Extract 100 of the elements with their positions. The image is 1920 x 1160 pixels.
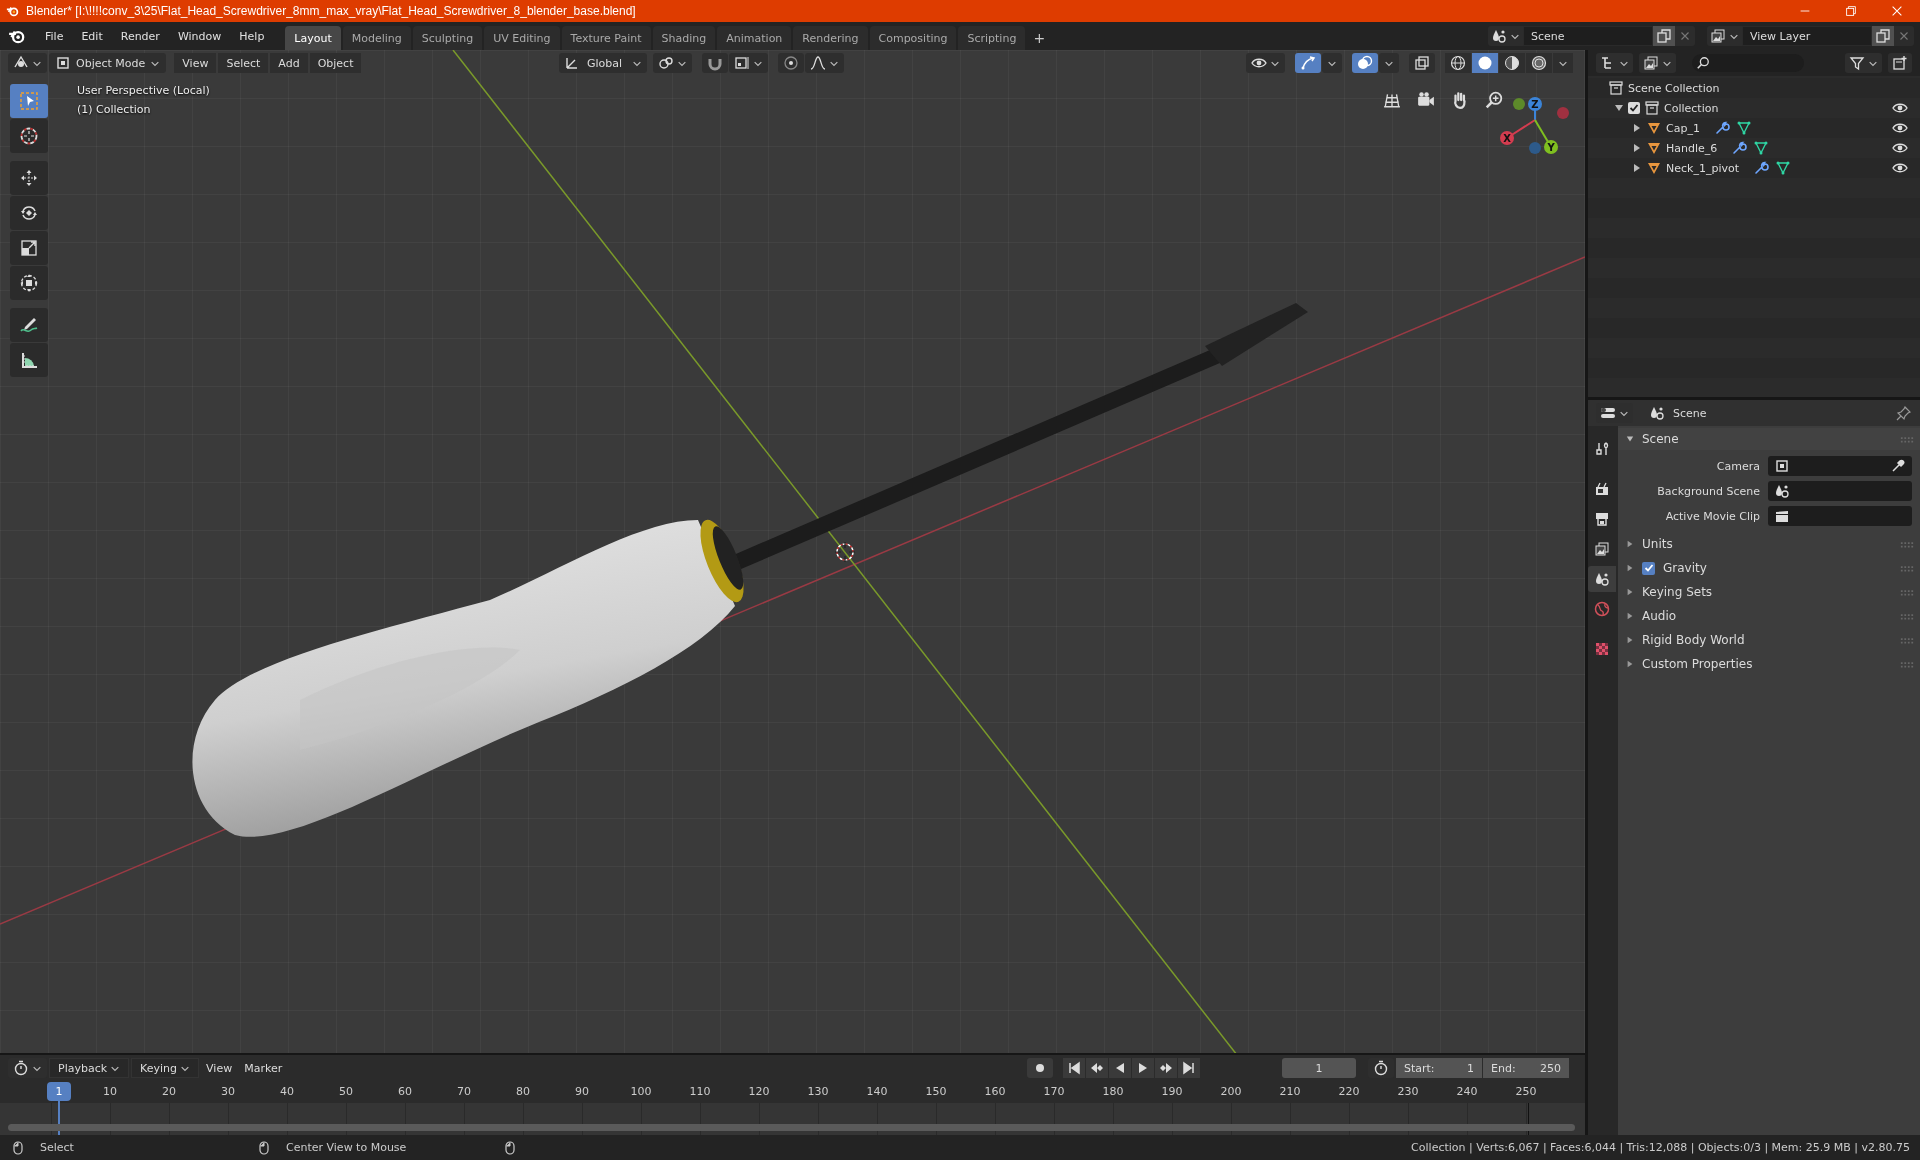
view-layer-field[interactable]: View Layer [1742,26,1872,46]
current-frame-field[interactable]: 1 [1282,1058,1356,1078]
editor-type-button[interactable] [1596,53,1633,73]
workspace-tab[interactable]: Compositing [869,26,957,50]
panel-header[interactable]: Rigid Body World [1642,633,1745,647]
collapsed-arrow-icon[interactable] [1626,540,1634,548]
menu-item[interactable]: Help [230,25,274,47]
pin-button[interactable] [1896,405,1912,421]
menu-item[interactable]: Playback [49,1058,130,1078]
rotate-tool-button[interactable] [10,196,48,230]
panel-header[interactable]: Units [1642,537,1673,551]
collapsed-arrow-icon[interactable] [1626,564,1634,572]
workspace-tab[interactable]: Sculpting [412,26,483,50]
record-button[interactable] [1027,1058,1053,1078]
menu-item[interactable]: File [36,25,73,47]
solid-shading-button[interactable] [1472,53,1498,73]
menu-item[interactable]: Select [218,53,269,73]
checkbox[interactable] [1642,561,1655,575]
orientation-dropdown[interactable]: Global [559,53,648,73]
scene-field[interactable]: Scene [1523,26,1653,46]
camera-field[interactable] [1768,456,1912,476]
play-reverse-button[interactable] [1109,1058,1131,1078]
move-tool-button[interactable] [10,161,48,195]
scrollbar[interactable] [8,1124,1575,1131]
remove-view-layer-button[interactable] [1894,26,1914,46]
gizmo-dropdown[interactable] [1322,53,1342,73]
falloff-button[interactable] [805,53,845,73]
mode-dropdown[interactable]: Object Mode [49,53,167,73]
navigation-gizmo[interactable]: Z X Y [1490,90,1580,170]
collapsed-arrow-icon[interactable] [1626,636,1634,644]
snap-target-button[interactable] [729,53,769,73]
add-workspace-button[interactable]: + [1027,26,1052,50]
workspace-tab[interactable]: Scripting [958,26,1026,50]
annotate-tool-button[interactable] [10,308,48,342]
panel-header[interactable]: Gravity [1663,561,1707,575]
collapsed-arrow-icon[interactable] [1626,588,1634,596]
scene-field[interactable] [1768,481,1912,501]
expanded-arrow-icon[interactable] [1626,435,1634,443]
view-layer-browse-button[interactable] [1707,26,1742,46]
current-frame-marker[interactable]: 1 [47,1082,71,1101]
shading-dropdown[interactable] [1553,53,1573,73]
panel-header[interactable]: Audio [1642,609,1677,623]
previous-keyframe-button[interactable] [1086,1058,1108,1078]
workspace-tab[interactable]: Layout [285,26,341,50]
menu-item[interactable]: Keying [131,1058,200,1078]
material-shading-button[interactable] [1499,53,1525,73]
outliner-item[interactable]: Scene Collection [1628,81,1720,95]
scene-browse-button[interactable] [1488,26,1523,46]
scale-tool-button[interactable] [10,231,48,265]
new-scene-button[interactable] [1653,26,1675,46]
menu-item[interactable]: Render [111,25,169,47]
scene-properties-tab[interactable] [1588,566,1616,592]
pivot-button[interactable] [653,53,693,73]
next-keyframe-button[interactable] [1155,1058,1177,1078]
start-frame-field[interactable]: Start: 1 [1396,1058,1482,1078]
panel-header[interactable]: Custom Properties [1642,657,1753,671]
overlay-dropdown[interactable] [1379,53,1399,73]
proportional-toggle[interactable] [778,53,805,73]
transform-tool-button[interactable] [10,266,48,300]
search-field[interactable] [1692,54,1804,72]
filter-button[interactable] [1845,53,1882,73]
display-mode-button[interactable] [1639,53,1676,73]
collapsed-arrow-icon[interactable] [1626,660,1634,668]
expanded-arrow-icon[interactable] [1614,103,1624,113]
visibility-button[interactable] [1246,53,1285,73]
outliner-item[interactable]: Collection [1664,101,1719,115]
jump-to-start-button[interactable] [1063,1058,1085,1078]
overlay-toggle[interactable] [1352,53,1378,73]
panel-header[interactable]: Keying Sets [1642,585,1713,599]
collection-checkbox[interactable] [1628,102,1640,114]
end-frame-field[interactable]: End: 250 [1483,1058,1569,1078]
measure-tool-button[interactable] [10,343,48,377]
xray-toggle[interactable] [1409,53,1435,73]
panel-header[interactable]: Scene [1642,432,1679,446]
workspace-tab[interactable]: Texture Paint [561,26,651,50]
jump-to-end-button[interactable] [1178,1058,1200,1078]
menu-item[interactable]: View [201,1058,238,1078]
menu-item[interactable]: View [174,53,217,73]
gizmo-toggle[interactable] [1295,53,1321,73]
menu-item[interactable]: Object [309,53,362,73]
menu-item[interactable]: Window [168,25,231,47]
play-button[interactable] [1132,1058,1154,1078]
outliner-item[interactable]: Handle_6 [1666,141,1718,155]
workspace-tab[interactable]: UV Editing [484,26,560,50]
remove-scene-button[interactable] [1675,26,1695,46]
outliner-item[interactable]: Neck_1_pivot [1666,161,1739,175]
new-collection-button[interactable] [1888,53,1912,73]
menu-item[interactable]: Marker [239,1058,288,1078]
menu-item[interactable]: Edit [72,25,112,47]
menu-item[interactable]: Add [270,53,308,73]
collapsed-arrow-icon[interactable] [1632,123,1642,133]
collapsed-arrow-icon[interactable] [1626,612,1634,620]
clip-field[interactable] [1768,506,1912,526]
workspace-tab[interactable]: Animation [717,26,792,50]
editor-type-button[interactable] [8,53,47,73]
outliner-item[interactable]: Cap_1 [1666,121,1700,135]
collapsed-arrow-icon[interactable] [1632,163,1642,173]
workspace-tab[interactable]: Rendering [793,26,868,50]
wireframe-shading-button[interactable] [1445,53,1471,73]
new-view-layer-button[interactable] [1872,26,1894,46]
